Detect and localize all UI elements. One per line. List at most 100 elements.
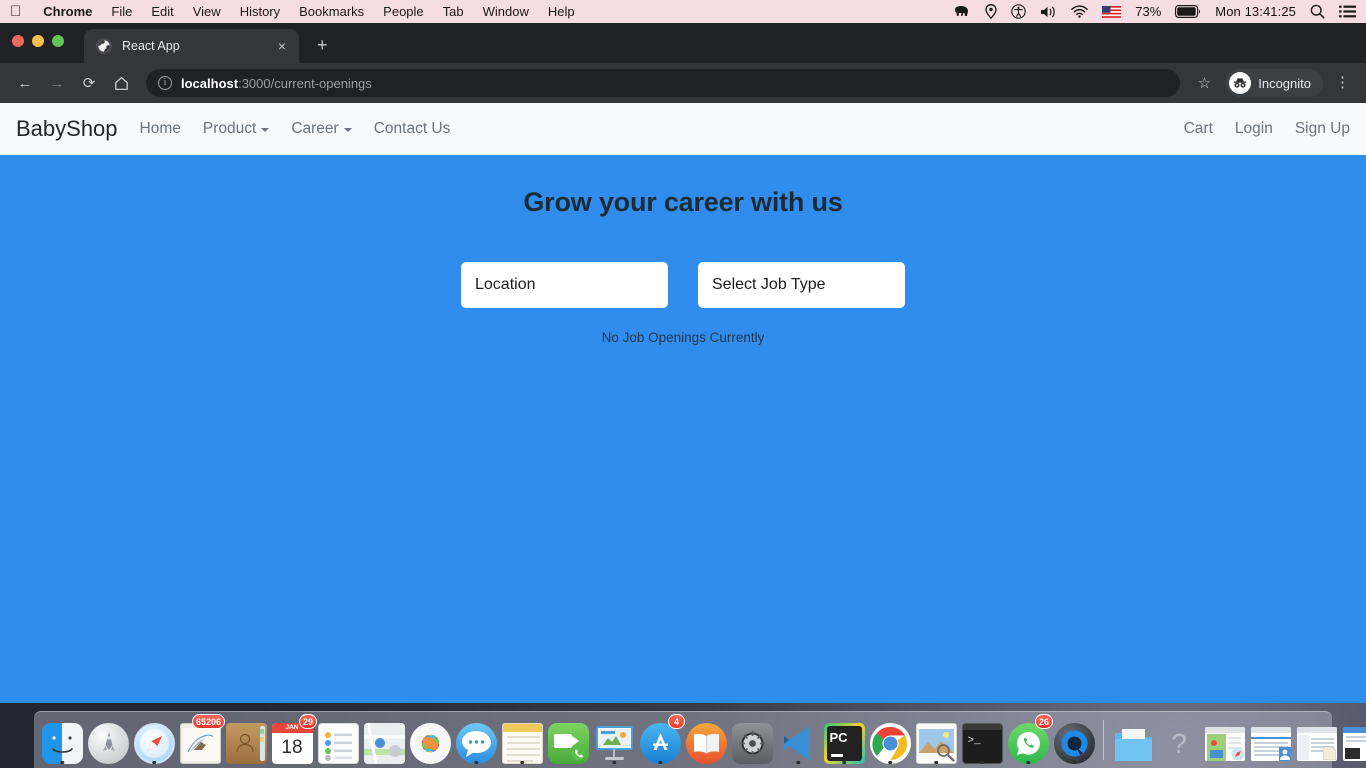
reload-button[interactable]: ⟳	[74, 68, 104, 98]
running-indicator	[796, 760, 800, 764]
hero-section: Grow your career with us Location Select…	[0, 187, 1366, 345]
dock-item-calendar[interactable]: JAN 18 29	[270, 714, 317, 764]
minimized-window-1[interactable]	[1203, 716, 1247, 764]
location-pin-icon[interactable]	[985, 4, 997, 19]
dock-item-ibooks[interactable]	[684, 716, 728, 764]
nav-link-career-label: Career	[291, 120, 339, 137]
empty-state-message: No Job Openings Currently	[601, 330, 765, 345]
nav-link-contact-us-label: Contact Us	[373, 120, 451, 137]
dock-item-downloads-folder[interactable]	[1111, 716, 1155, 764]
maximize-button[interactable]	[52, 35, 64, 47]
dock-item-mail[interactable]: 65206	[178, 714, 225, 764]
dock-item-reminders[interactable]	[316, 716, 360, 764]
secondary-nav: Cart Login Sign Up	[1184, 120, 1350, 138]
running-indicator	[888, 760, 892, 764]
menubar-item-tab[interactable]: Tab	[443, 4, 464, 19]
close-button[interactable]	[12, 35, 24, 47]
nav-link-contact-us[interactable]: Contact Us	[374, 120, 451, 138]
dock-item-contacts[interactable]	[224, 716, 268, 764]
running-indicator	[658, 760, 662, 764]
running-indicator	[934, 760, 938, 764]
dock-item-quicktime[interactable]	[1052, 716, 1096, 764]
minimized-window-4[interactable]	[1341, 716, 1366, 764]
dock-item-pycharm[interactable]: PC	[822, 716, 866, 764]
dock-item-finder[interactable]	[40, 716, 84, 764]
home-button[interactable]	[106, 68, 136, 98]
mail-badge: 65206	[191, 714, 225, 729]
primary-nav: Home Product Career Contact Us	[140, 120, 451, 138]
new-tab-button[interactable]: +	[311, 34, 334, 56]
dock-item-notes[interactable]	[500, 716, 544, 764]
profile-label: Incognito	[1258, 75, 1311, 91]
nav-link-sign-up[interactable]: Sign Up	[1295, 120, 1350, 138]
location-input[interactable]: Location	[461, 262, 668, 308]
menubar-item-view[interactable]: View	[193, 4, 221, 19]
menubar-item-help[interactable]: Help	[548, 4, 575, 19]
nav-link-login[interactable]: Login	[1235, 120, 1273, 138]
dock-item-maps[interactable]	[362, 716, 406, 764]
search-icon[interactable]	[1310, 4, 1325, 19]
running-indicator	[1026, 760, 1030, 764]
battery-icon[interactable]	[1175, 5, 1201, 18]
dock-item-preview[interactable]	[914, 716, 958, 764]
nav-link-home-label: Home	[139, 120, 181, 137]
browser-menu-button[interactable]: ⋮	[1325, 76, 1356, 90]
menubar-clock[interactable]: Mon 13:41:25	[1215, 4, 1296, 19]
nav-link-career[interactable]: Career	[291, 120, 352, 138]
site-info-icon[interactable]: i	[158, 76, 172, 90]
menubar-item-people[interactable]: People	[383, 4, 423, 19]
address-bar[interactable]: i localhost:3000/current-openings	[146, 69, 1180, 97]
dock-item-safari[interactable]	[132, 716, 176, 764]
volume-icon[interactable]	[1040, 5, 1057, 19]
us-flag-icon[interactable]	[1102, 5, 1122, 18]
dock-item-facetime[interactable]	[546, 716, 590, 764]
job-type-select-value: Select Job Type	[712, 276, 826, 293]
dock-item-terminal[interactable]: >_	[960, 716, 1004, 764]
dock-item-messages[interactable]	[454, 716, 498, 764]
site-navbar: BabyShop Home Product Career Contact Us	[0, 103, 1366, 155]
running-indicator	[474, 760, 478, 764]
dock-item-whatsapp[interactable]: 26	[1006, 714, 1053, 764]
running-indicator	[1072, 760, 1076, 764]
dock-item-system-preferences[interactable]	[730, 716, 774, 764]
nav-link-home[interactable]: Home	[140, 120, 181, 138]
browser-tab[interactable]: React App ×	[84, 29, 299, 63]
dock-item-keynote[interactable]	[592, 716, 636, 764]
elephant-icon[interactable]	[954, 5, 971, 19]
menubar-item-edit[interactable]: Edit	[151, 4, 173, 19]
menubar-item-window[interactable]: Window	[483, 4, 529, 19]
chevron-down-icon	[261, 128, 270, 132]
job-type-select[interactable]: Select Job Type	[698, 262, 905, 308]
running-indicator	[60, 760, 64, 764]
nav-link-product[interactable]: Product	[203, 120, 270, 138]
job-filters: Location Select Job Type	[0, 262, 1366, 308]
dock-item-launchpad[interactable]	[86, 716, 130, 764]
back-button[interactable]: ←	[10, 68, 40, 98]
running-indicator	[842, 760, 846, 764]
minimized-window-3[interactable]	[1295, 716, 1339, 764]
dock-item-help[interactable]: ?	[1157, 716, 1201, 764]
brand-logo[interactable]: BabyShop	[16, 116, 118, 142]
minimized-window-2[interactable]	[1249, 716, 1293, 764]
profile-chip[interactable]: Incognito	[1225, 69, 1323, 97]
menubar-item-file[interactable]: File	[111, 4, 132, 19]
wifi-icon[interactable]	[1071, 5, 1088, 18]
menubar-item-chrome[interactable]: Chrome	[43, 4, 92, 19]
bookmark-star-icon[interactable]: ☆	[1190, 74, 1219, 92]
forward-button[interactable]: →	[42, 68, 72, 98]
running-indicator	[612, 760, 616, 764]
close-icon[interactable]: ×	[273, 39, 291, 53]
dock-item-photos[interactable]	[408, 716, 452, 764]
dock-item-app-store[interactable]: 4	[638, 714, 685, 764]
menubar-item-bookmarks[interactable]: Bookmarks	[299, 4, 364, 19]
apple-logo-icon[interactable]: 	[10, 4, 21, 19]
app-store-badge: 4	[668, 714, 685, 729]
dock-item-vscode[interactable]	[776, 716, 820, 764]
accessibility-icon[interactable]	[1011, 4, 1026, 19]
minimize-button[interactable]	[32, 35, 44, 47]
menubar-item-history[interactable]: History	[240, 4, 280, 19]
nav-link-cart[interactable]: Cart	[1184, 120, 1213, 138]
list-menu-icon[interactable]	[1339, 5, 1356, 18]
dock-item-chrome[interactable]	[868, 716, 912, 764]
macos-menubar:  Chrome File Edit View History Bookmark…	[0, 0, 1366, 23]
